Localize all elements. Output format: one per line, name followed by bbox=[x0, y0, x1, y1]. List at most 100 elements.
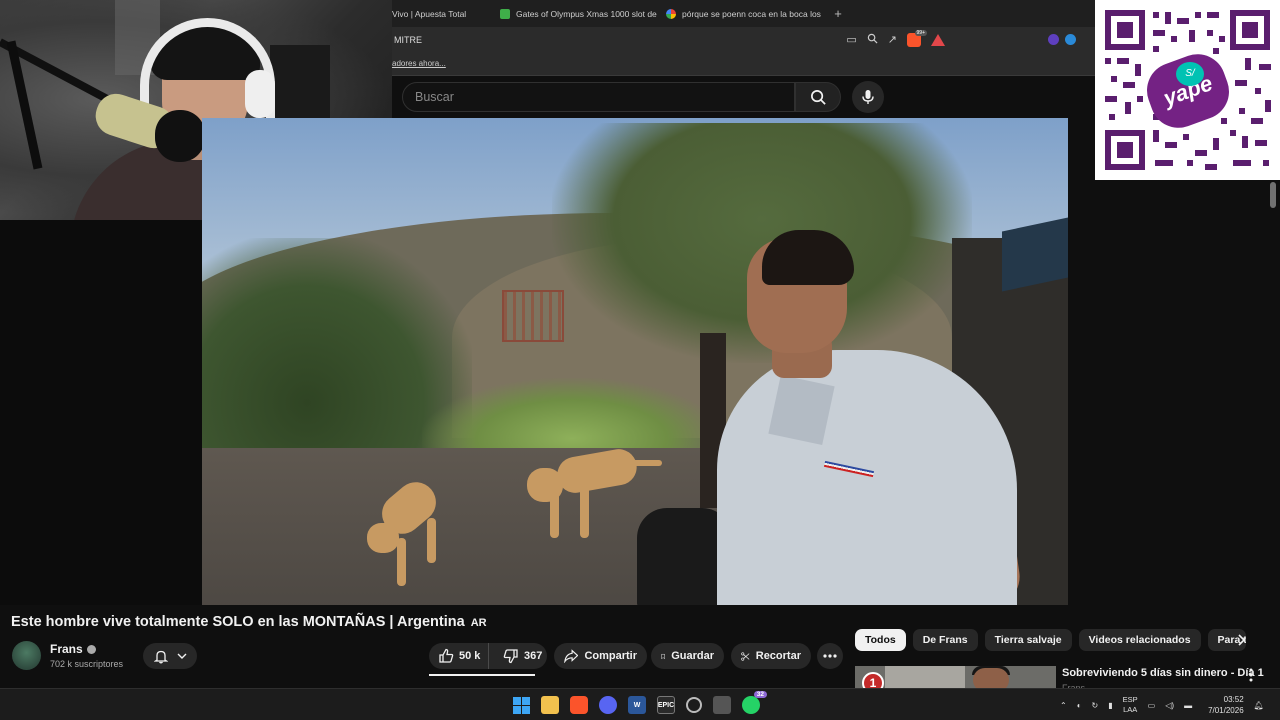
hanging-cage bbox=[502, 290, 564, 342]
dislike-count: 367 bbox=[524, 650, 543, 662]
save-label: Guardar bbox=[671, 650, 714, 662]
tab-title: Gates of Olympus Xmas 1000 slot de bbox=[516, 8, 657, 19]
subscriber-count: 702 k suscriptores bbox=[50, 659, 124, 669]
whatsapp-icon[interactable]: 32 bbox=[742, 691, 767, 714]
windows-taskbar: W EPIC 32 ⌃ ◐ ↻ ▮ ESP LAA ▭ ◁) ▬ 03:52 7… bbox=[0, 688, 1280, 720]
like-dislike-group: 50 k 367 bbox=[429, 643, 547, 669]
save-button[interactable]: Guardar bbox=[651, 643, 724, 669]
zoom-icon[interactable] bbox=[867, 33, 878, 47]
tab-title: pórque se poenn coca en la boca los bbox=[682, 8, 821, 19]
extensions-area bbox=[1048, 34, 1076, 45]
microphone-tray-icon[interactable]: ▮ bbox=[1108, 701, 1112, 710]
search-button[interactable] bbox=[795, 82, 841, 112]
bookmark-link[interactable]: adores ahora... bbox=[392, 59, 446, 68]
sync-icon[interactable]: ↻ bbox=[1092, 701, 1099, 710]
screen: Vivo | Apuesta Total Gates of Olympus Xm… bbox=[0, 0, 1280, 720]
microphone-icon bbox=[862, 90, 874, 104]
more-actions-button[interactable] bbox=[817, 643, 843, 669]
windows-start-icon[interactable] bbox=[513, 696, 530, 714]
clip-label: Recortar bbox=[755, 650, 801, 662]
secondary-column bbox=[1068, 180, 1280, 605]
chip-todos[interactable]: Todos bbox=[855, 629, 906, 651]
address-bar[interactable]: MITRE ▭ ↗ 99+ bbox=[392, 27, 1095, 52]
notification-bell-icon[interactable]: 🔔︎ bbox=[1254, 701, 1264, 710]
extension-icon[interactable] bbox=[1065, 34, 1076, 45]
country-badge: AR bbox=[470, 617, 487, 629]
chevron-up-icon[interactable]: ⌃ bbox=[1060, 701, 1067, 710]
page-scrollbar[interactable] bbox=[1270, 182, 1276, 208]
word-icon[interactable]: W bbox=[628, 696, 646, 714]
clock[interactable]: 03:52 7/01/2026 bbox=[1208, 694, 1244, 716]
language-indicator[interactable]: ESP LAA bbox=[1123, 695, 1138, 715]
obs-icon[interactable] bbox=[686, 697, 702, 713]
video-title: Este hombre vive totalmente SOLO en las … bbox=[11, 614, 487, 630]
chevron-down-icon bbox=[177, 653, 186, 659]
verified-icon bbox=[86, 645, 96, 655]
browser-tab[interactable]: pórque se poenn coca en la boca los × bbox=[658, 0, 828, 27]
related-video-menu-button[interactable] bbox=[1246, 667, 1256, 683]
man-in-shirt bbox=[717, 350, 1017, 605]
voice-search-button[interactable] bbox=[852, 81, 884, 113]
search-icon bbox=[810, 89, 826, 105]
share-icon bbox=[564, 649, 579, 663]
extension-icon[interactable] bbox=[1048, 34, 1059, 45]
language-code: ESP bbox=[1122, 695, 1138, 704]
shield-count-badge: 99+ bbox=[914, 29, 927, 36]
tab-title: Vivo | Apuesta Total bbox=[392, 8, 467, 19]
date: 7/01/2026 bbox=[1208, 706, 1244, 715]
whatsapp-unread-badge: 32 bbox=[753, 691, 767, 698]
more-vertical-icon bbox=[1249, 668, 1253, 682]
address-text[interactable]: MITRE bbox=[392, 35, 846, 45]
bell-icon bbox=[153, 650, 168, 663]
bookmark-icon bbox=[661, 653, 665, 659]
share-button[interactable]: Compartir bbox=[554, 643, 647, 669]
more-horizontal-icon bbox=[823, 654, 837, 658]
system-tray: ⌃ ◐ ↻ ▮ ESP LAA ▭ ◁) ▬ 03:52 7/01/2026 🔔… bbox=[1060, 689, 1264, 720]
notifications-button[interactable] bbox=[143, 643, 197, 669]
thumbs-up-icon bbox=[439, 648, 454, 663]
chips-next-button[interactable] bbox=[1232, 631, 1250, 649]
dislike-button[interactable]: 367 bbox=[495, 643, 542, 669]
yape-badge: S/ bbox=[1176, 62, 1204, 86]
chip-tierra-salvaje[interactable]: Tierra salvaje bbox=[984, 629, 1072, 651]
browser-tab[interactable]: Gates of Olympus Xmas 1000 slot de bbox=[492, 0, 658, 27]
video-player[interactable] bbox=[202, 118, 1068, 605]
thumbs-down-icon bbox=[503, 649, 518, 664]
channel-name-text[interactable]: Frans bbox=[50, 642, 83, 656]
time: 03:52 bbox=[1223, 695, 1244, 704]
cast-icon[interactable]: ▭ bbox=[846, 33, 856, 46]
search-input[interactable]: Buscar bbox=[402, 82, 795, 112]
share-label: Compartir bbox=[584, 650, 637, 662]
battery-icon[interactable]: ▬ bbox=[1184, 701, 1192, 710]
network-icon[interactable]: ◐ bbox=[1077, 701, 1082, 710]
browser-tab-bar: Vivo | Apuesta Total Gates of Olympus Xm… bbox=[392, 0, 1095, 27]
file-explorer-icon[interactable] bbox=[541, 696, 559, 714]
browser-tab[interactable]: Vivo | Apuesta Total bbox=[392, 0, 492, 27]
display-icon[interactable]: ▭ bbox=[1148, 701, 1156, 710]
brave-browser-icon[interactable] bbox=[570, 696, 588, 714]
share-page-icon[interactable]: ↗ bbox=[888, 33, 897, 46]
new-tab-button[interactable]: + bbox=[828, 6, 848, 21]
filter-chips: Todos De Frans Tierra salvaje Videos rel… bbox=[855, 629, 1246, 651]
channel-name[interactable]: Frans bbox=[50, 642, 96, 656]
discord-icon[interactable] bbox=[599, 696, 617, 714]
brave-shield-icon[interactable]: 99+ bbox=[907, 29, 927, 47]
app-icon[interactable] bbox=[713, 696, 731, 714]
bookmarks-bar: adores ahora... bbox=[392, 52, 1095, 76]
chip-de-frans[interactable]: De Frans bbox=[912, 629, 978, 651]
chevron-right-icon bbox=[1238, 634, 1245, 646]
chip-videos-relacionados[interactable]: Videos relacionados bbox=[1078, 629, 1201, 651]
like-button[interactable]: 50 k bbox=[429, 643, 489, 669]
video-title-text: Este hombre vive totalmente SOLO en las … bbox=[11, 614, 465, 630]
brave-rewards-icon[interactable] bbox=[931, 33, 945, 46]
epic-games-icon[interactable]: EPIC bbox=[657, 696, 675, 714]
clip-button[interactable]: Recortar bbox=[731, 643, 811, 669]
slot-favicon-icon bbox=[500, 8, 510, 19]
like-count: 50 k bbox=[459, 650, 481, 662]
google-favicon-icon bbox=[666, 8, 676, 19]
related-video-title[interactable]: Sobreviviendo 5 días sin dinero - Día 1 bbox=[1062, 667, 1264, 679]
keyboard-layout: LAA bbox=[1123, 705, 1138, 714]
related-video-thumbnail[interactable] bbox=[855, 666, 1056, 688]
channel-avatar[interactable] bbox=[12, 641, 41, 670]
volume-icon[interactable]: ◁) bbox=[1165, 701, 1174, 710]
